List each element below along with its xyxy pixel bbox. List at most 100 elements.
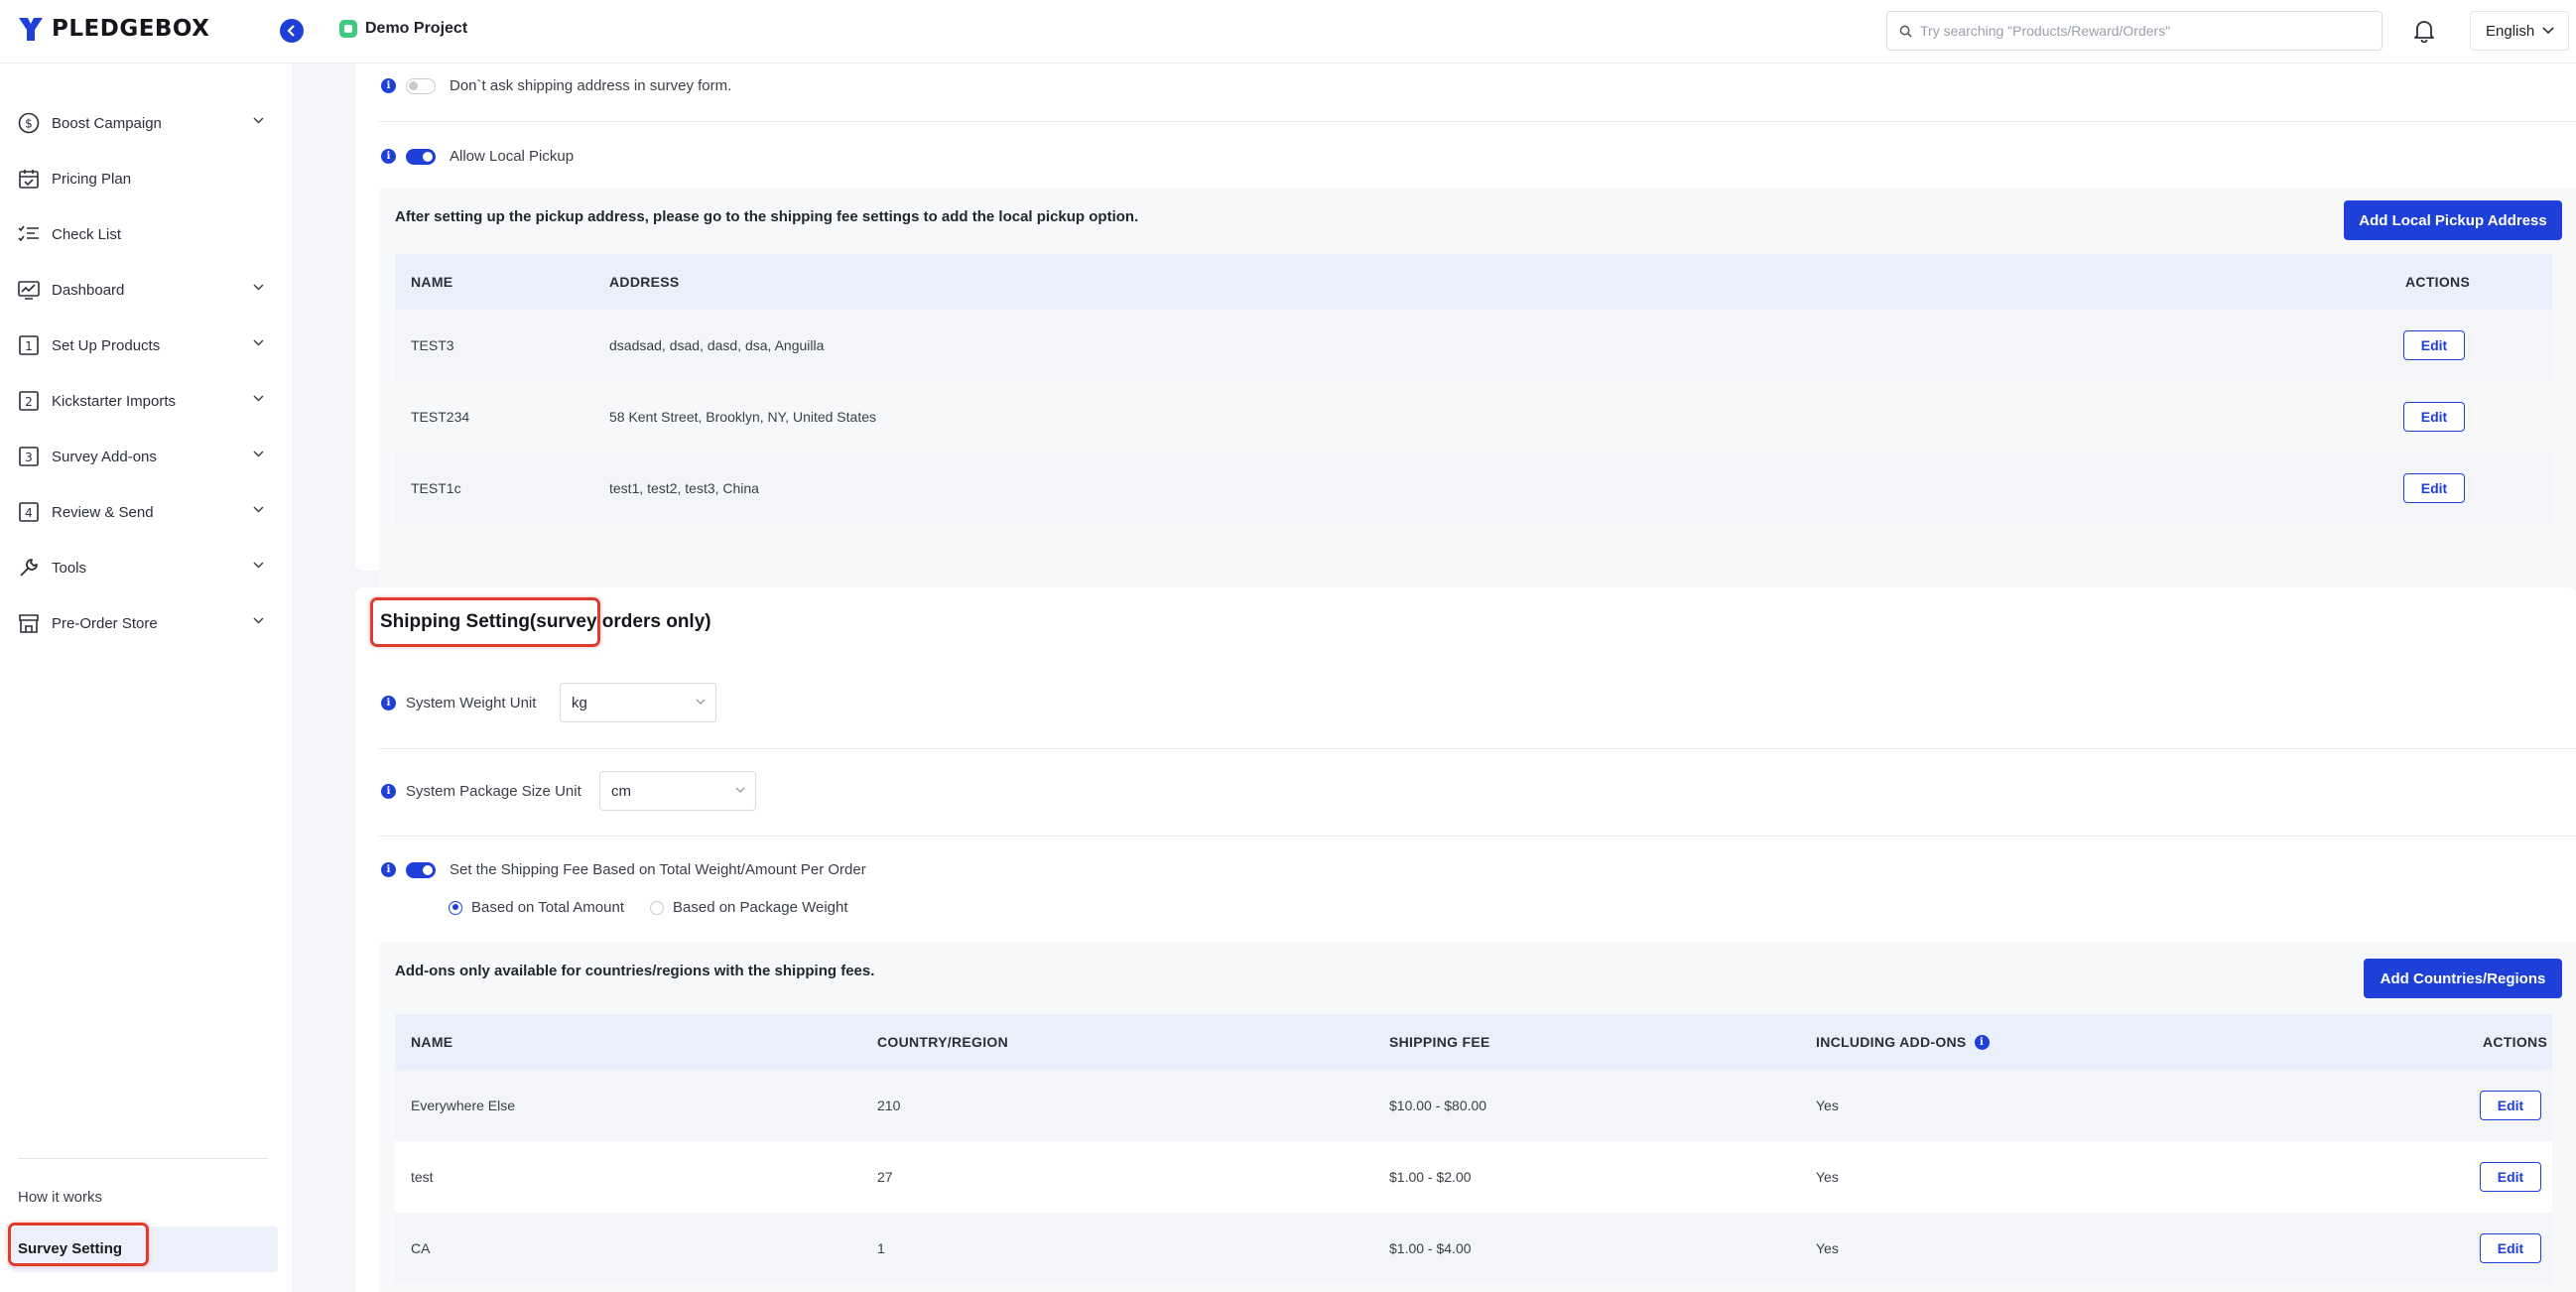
pickup-address: test1, test2, test3, China xyxy=(609,480,759,496)
sidebar-divider xyxy=(18,1158,268,1159)
shipping-fee: $10.00 - $80.00 xyxy=(1389,1098,1487,1113)
sidebar-item-label: Review & Send xyxy=(52,503,154,521)
shipping-fee: $1.00 - $2.00 xyxy=(1389,1169,1472,1185)
info-icon[interactable]: i xyxy=(1974,1034,1990,1050)
search-box[interactable] xyxy=(1886,11,2383,51)
weight-unit-select[interactable]: kg xyxy=(560,683,716,722)
chevron-down-icon xyxy=(253,117,264,124)
sidebar-item-tools[interactable]: Tools xyxy=(18,553,264,582)
shipping-fee: $1.00 - $4.00 xyxy=(1389,1240,1472,1256)
step-4-icon: 4 xyxy=(18,501,40,523)
fee-based-toggle[interactable] xyxy=(406,861,436,878)
store-icon xyxy=(18,612,40,634)
info-icon[interactable]: i xyxy=(381,149,396,164)
pickup-name: TEST234 xyxy=(411,409,470,425)
sidebar-item-label: Kickstarter Imports xyxy=(52,392,177,410)
svg-text:2: 2 xyxy=(25,395,33,409)
shipping-settings-card: Shipping Setting(survey orders only) i S… xyxy=(355,587,2576,1292)
radio-total-amount[interactable]: Based on Total Amount xyxy=(449,899,624,916)
svg-text:$: $ xyxy=(25,117,33,131)
info-icon[interactable]: i xyxy=(381,784,396,799)
table-row: CA 1 $1.00 - $4.00 Yes Edit xyxy=(395,1213,2552,1284)
sidebar-item-boost-campaign[interactable]: $ Boost Campaign xyxy=(18,108,264,138)
wrench-icon xyxy=(18,557,40,579)
shipping-table-header: NAME COUNTRY/REGION SHIPPING FEE INCLUDI… xyxy=(395,1014,2552,1070)
sidebar-item-label: Survey Add-ons xyxy=(52,448,157,465)
project-switcher[interactable]: Demo Project xyxy=(339,20,467,38)
pickup-address: 58 Kent Street, Brooklyn, NY, United Sta… xyxy=(609,409,877,425)
pledgebox-logo-icon xyxy=(19,18,43,41)
sidebar-item-label: Dashboard xyxy=(52,281,125,299)
sidebar-item-check-list[interactable]: Check List xyxy=(18,219,264,249)
how-it-works-link[interactable]: How it works xyxy=(18,1189,102,1206)
info-icon[interactable]: i xyxy=(381,696,396,711)
brand-name: PLEDGEBOX xyxy=(52,16,210,42)
step-1-icon: 1 xyxy=(18,334,40,356)
search-input[interactable] xyxy=(1920,23,2357,39)
sidebar-item-label: Pricing Plan xyxy=(52,170,132,188)
edit-button[interactable]: Edit xyxy=(2480,1162,2541,1192)
column-header-address: ADDRESS xyxy=(609,274,680,290)
dont-ask-address-label: Don`t ask shipping address in survey for… xyxy=(450,77,732,94)
shipping-country-count: 27 xyxy=(877,1169,893,1185)
pickup-name: TEST3 xyxy=(411,337,454,353)
sidebar-item-label: Pre-Order Store xyxy=(52,614,158,632)
radio-package-weight[interactable]: Based on Package Weight xyxy=(650,899,848,916)
pledgebox-logo[interactable]: PLEDGEBOX xyxy=(16,14,209,44)
package-unit-value: cm xyxy=(611,782,631,800)
edit-button[interactable]: Edit xyxy=(2480,1233,2541,1263)
edit-button[interactable]: Edit xyxy=(2403,330,2465,360)
calendar-icon xyxy=(18,168,40,190)
chevron-down-icon xyxy=(253,284,264,291)
collapse-sidebar-button[interactable] xyxy=(280,19,304,43)
shipping-name: CA xyxy=(411,1240,431,1256)
sidebar-item-kickstarter-imports[interactable]: 2 Kickstarter Imports xyxy=(18,386,264,416)
radio-label: Based on Total Amount xyxy=(471,899,624,916)
sidebar-item-pricing-plan[interactable]: Pricing Plan xyxy=(18,164,264,194)
chevron-down-icon xyxy=(2542,27,2554,35)
sidebar-item-label: Set Up Products xyxy=(52,336,161,354)
shipping-fee-panel: Add-ons only available for countries/reg… xyxy=(379,943,2576,1292)
top-bar: PLEDGEBOX Demo Project English xyxy=(0,0,2576,64)
column-header-actions: ACTIONS xyxy=(2405,274,2471,290)
sidebar-item-dashboard[interactable]: Dashboard xyxy=(18,275,264,305)
package-unit-select[interactable]: cm xyxy=(599,771,756,811)
edit-button[interactable]: Edit xyxy=(2403,402,2465,432)
column-header-actions: ACTIONS xyxy=(2483,1034,2548,1050)
info-icon[interactable]: i xyxy=(381,78,396,93)
highlight-annotation xyxy=(370,597,600,647)
sidebar-item-review-send[interactable]: 4 Review & Send xyxy=(18,497,264,527)
sidebar-item-survey-add-ons[interactable]: 3 Survey Add-ons xyxy=(18,442,264,471)
fee-based-label: Set the Shipping Fee Based on Total Weig… xyxy=(450,861,866,878)
sidebar-item-pre-order-store[interactable]: Pre-Order Store xyxy=(18,608,264,638)
including-add-ons: Yes xyxy=(1816,1169,1839,1185)
edit-button[interactable]: Edit xyxy=(2480,1091,2541,1120)
language-selector[interactable]: English xyxy=(2470,11,2569,51)
dont-ask-address-toggle[interactable] xyxy=(406,77,436,94)
divider xyxy=(379,121,2576,122)
notification-bell[interactable] xyxy=(2413,19,2435,47)
sidebar-item-label: Boost Campaign xyxy=(52,114,162,132)
weight-unit-label: System Weight Unit xyxy=(406,695,537,711)
edit-button[interactable]: Edit xyxy=(2403,473,2465,503)
language-label: English xyxy=(2486,22,2535,40)
chart-icon xyxy=(18,279,40,301)
svg-text:3: 3 xyxy=(25,451,33,464)
sidebar-item-set-up-products[interactable]: 1 Set Up Products xyxy=(18,330,264,360)
checklist-icon xyxy=(18,223,40,245)
chevron-down-icon xyxy=(253,617,264,624)
add-local-pickup-address-button[interactable]: Add Local Pickup Address xyxy=(2344,200,2562,240)
allow-local-pickup-toggle[interactable] xyxy=(406,148,436,165)
chevron-down-icon xyxy=(253,451,264,457)
chevron-down-icon xyxy=(253,339,264,346)
info-icon[interactable]: i xyxy=(381,862,396,877)
chevron-down-icon xyxy=(253,395,264,402)
dollar-circle-icon: $ xyxy=(18,112,40,134)
pickup-table-header: NAME ADDRESS ACTIONS xyxy=(395,254,2552,310)
shipping-name: Everywhere Else xyxy=(411,1098,516,1113)
radio-checked-icon xyxy=(449,900,462,915)
column-header-including-add-ons: INCLUDING ADD-ONS i xyxy=(1816,1014,1990,1070)
project-icon xyxy=(339,20,357,38)
add-countries-regions-button[interactable]: Add Countries/Regions xyxy=(2364,959,2562,998)
pickup-address: dsadsad, dsad, dasd, dsa, Anguilla xyxy=(609,337,825,353)
